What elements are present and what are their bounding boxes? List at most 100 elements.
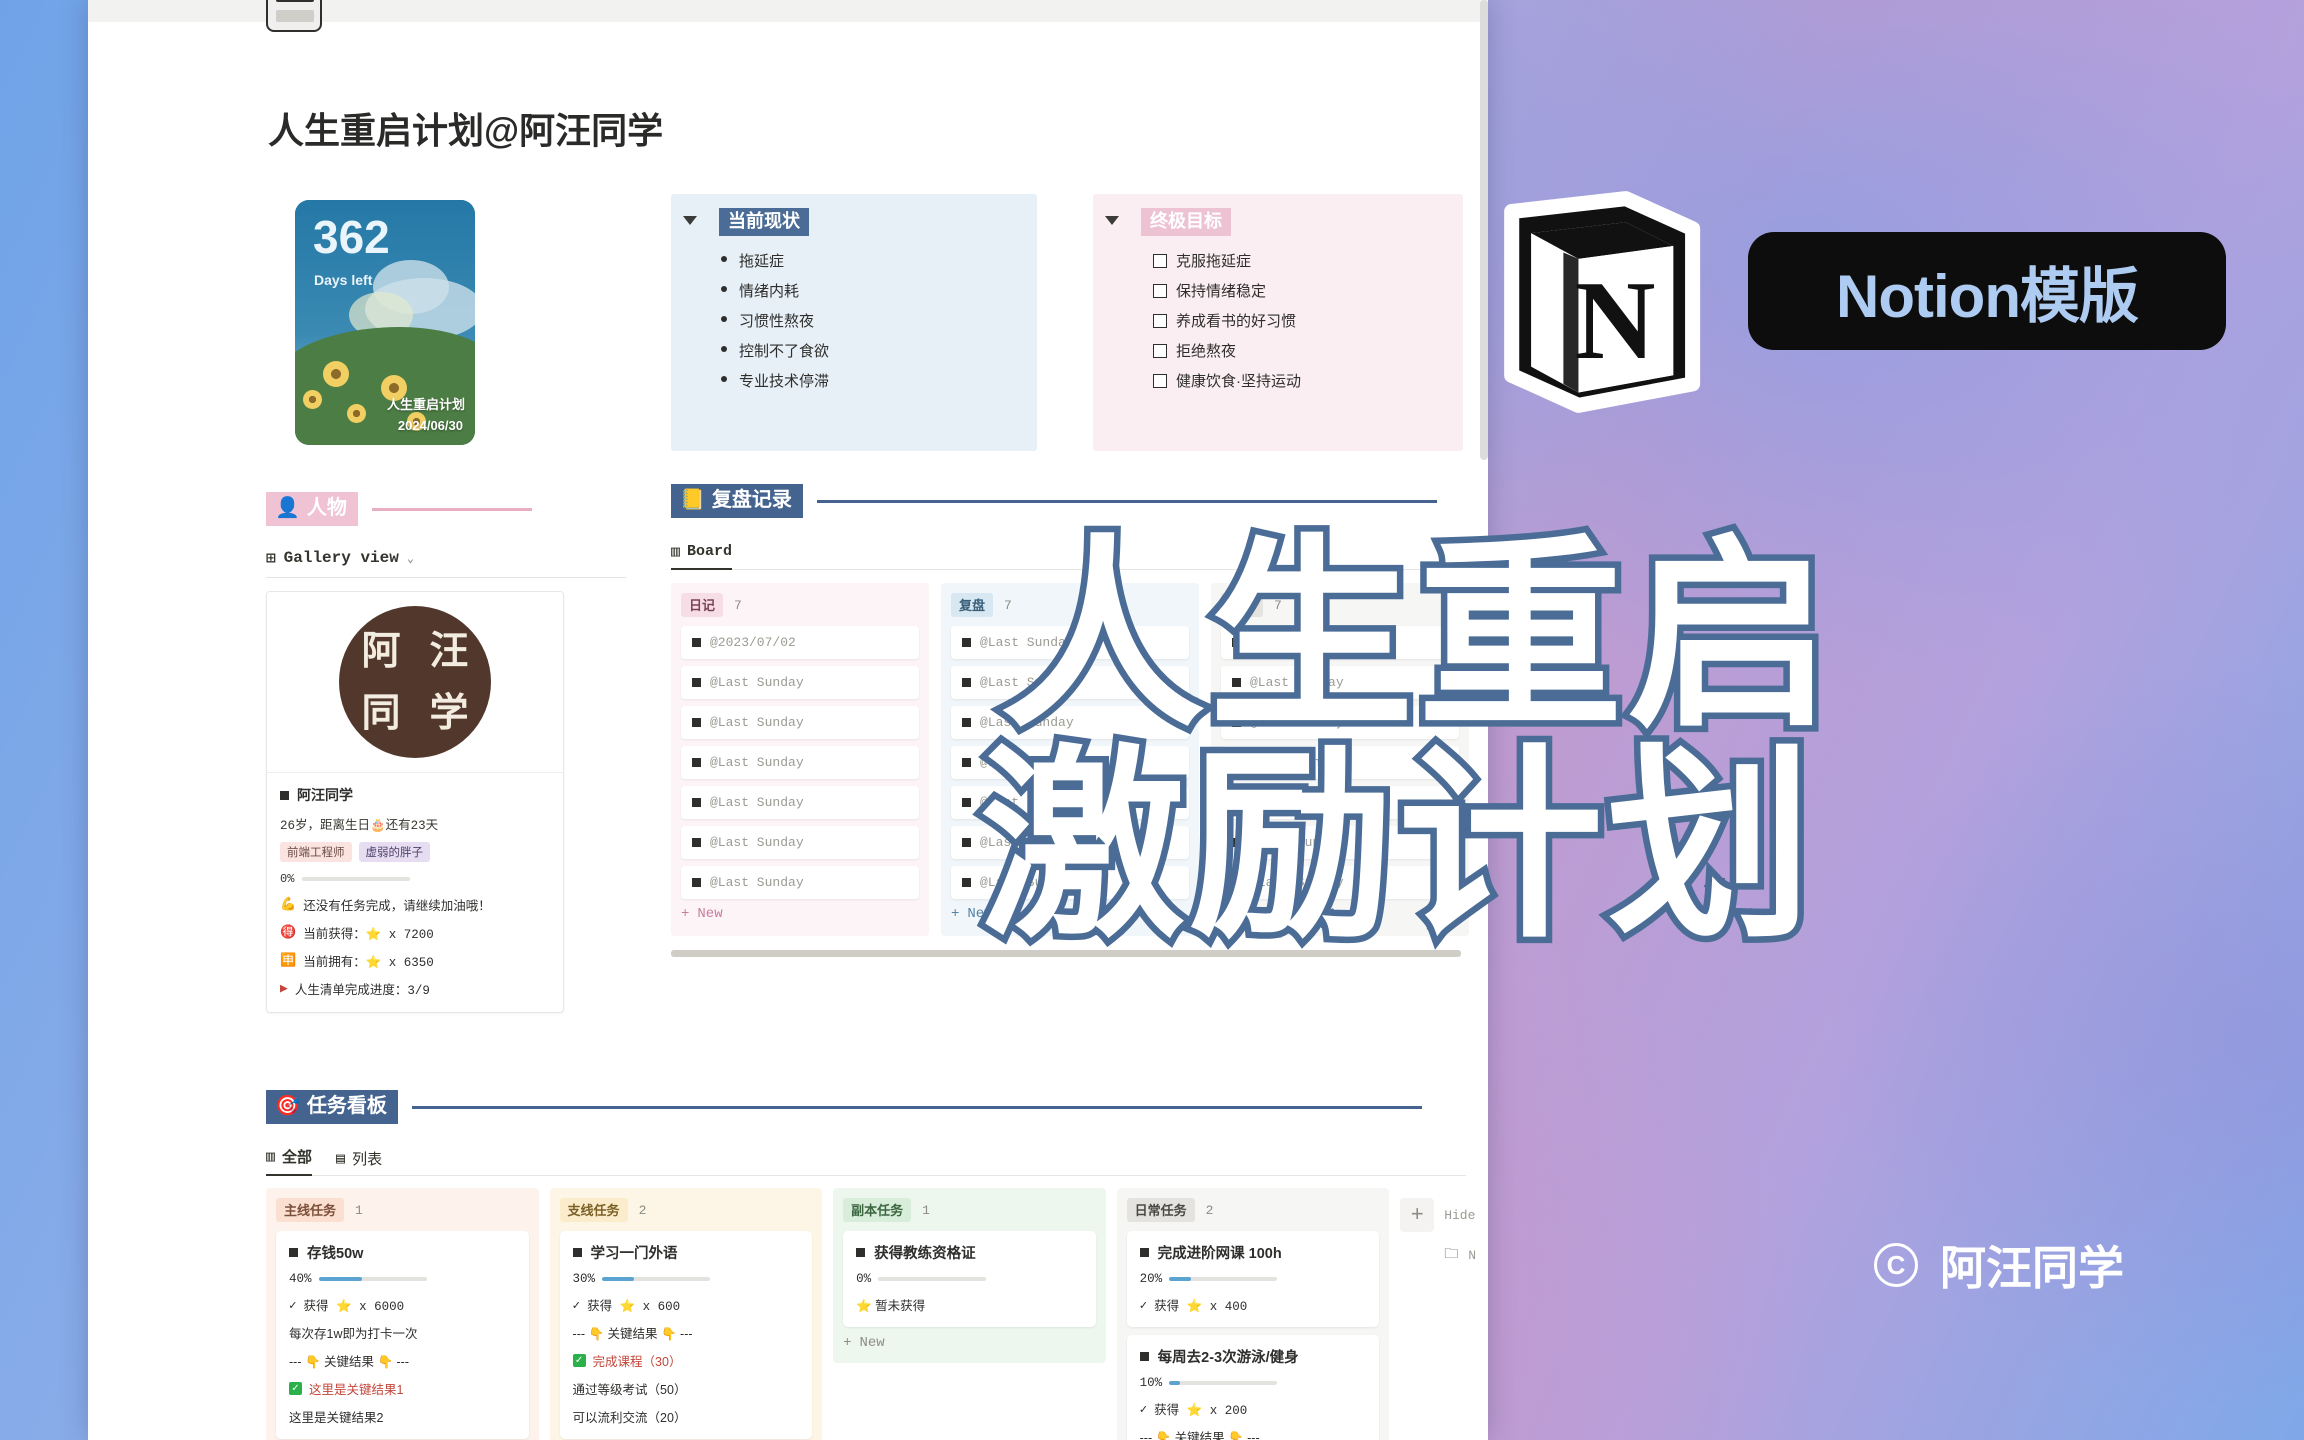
person-tags: 前端工程师 虚弱的胖子 [280,842,550,862]
task-card[interactable]: 存钱50w 40% ✓ 获得 ⭐ x 6000 每次存1w即为打卡一次 --- … [276,1231,529,1439]
checkbox-icon[interactable] [1153,343,1167,358]
owned-icon: 🈸 [280,953,297,968]
ultimate-goal-callout: 终极目标 克服拖延症 保持情绪稳定 养成看书的好习惯 拒绝熬夜 健康饮食·坚持运… [1093,194,1463,451]
svg-text:N: N [1575,259,1656,383]
task-card[interactable]: 每周去2-3次游泳/健身 10% ✓ 获得 ⭐ x 200 --- 👇 关键结果… [1126,1335,1380,1440]
person-section: 👤 人物 ⊞ Gallery view ⌄ 阿 汪 同 学 阿汪同学 26岁，距… [266,492,626,1013]
notebook-icon [266,0,322,32]
triangle-down-icon[interactable] [1105,216,1119,225]
task-card[interactable]: 完成进阶网课 100h 20% ✓ 获得 ⭐ x 400 [1126,1231,1380,1327]
card-title: @Last Sunday [710,715,804,730]
checkbox-icon[interactable] [1153,313,1167,328]
list-item: 专业技术停滞 [721,370,1021,391]
checklist-label: 养成看书的好习惯 [1176,313,1297,331]
page-square-icon [962,798,971,807]
checklist-item[interactable]: 拒绝熬夜 [1153,340,1447,361]
earned-icon: 🉐 [280,925,297,940]
task-column-daily: 日常任务 2 完成进阶网课 100h 20% ✓ 获得 ⭐ x 400 每周去2… [1116,1188,1390,1440]
stat-text: 还没有任务完成，请继续加油哦！ [303,900,491,914]
plus-icon[interactable]: + [1400,1198,1435,1232]
gallery-icon: ⊞ [266,550,276,568]
column-label: 日常任务 [1126,1198,1195,1222]
triangle-down-icon[interactable] [683,216,697,225]
hide-label[interactable]: Hide [1444,1208,1475,1223]
copyright-name: 阿汪同学 [1940,1242,2124,1294]
task-card[interactable]: 学习一门外语 30% ✓ 获得 ⭐ x 600 --- 👇 关键结果 👇 --- [559,1231,813,1439]
page-square-icon [572,1248,582,1257]
list-item[interactable]: @Last Sunday [681,666,919,699]
status-list: 拖延症 情绪内耗 习惯性熬夜 控制不了食欲 专业技术停滞 [721,250,1021,391]
page-square-icon [692,678,701,687]
page-square-icon [962,638,971,647]
task-title: 获得教练资格证 [874,1246,976,1262]
kr-text: 完成课程（30） [592,1355,682,1369]
checklist-label: 拒绝熬夜 [1176,343,1237,361]
checklist-label: 保持情绪稳定 [1176,283,1267,301]
add-card-button[interactable]: + New [843,1335,1096,1351]
reward-text: 获得 ⭐ x 600 [587,1300,681,1314]
list-item[interactable]: @Last Sunday [681,866,919,899]
hidden-group-row[interactable]: 🗀 N [1400,1243,1476,1267]
kr-text: 这里是关键结果2 [289,1411,384,1425]
task-progress: 10% [1140,1376,1367,1390]
person-subtitle: 26岁，距离生日🎂还有23天 [280,819,439,833]
tab-list[interactable]: ▤ 列表 [336,1148,382,1176]
kr-divider: --- 👇 关键结果 👇 --- [572,1327,693,1341]
checkbox-icon[interactable] [1153,283,1167,298]
key-result-item[interactable]: 可以流利交流（20） [573,1407,800,1426]
checkbox-icon[interactable] [1153,253,1167,268]
plus-icon: + [951,906,960,922]
checklist-item[interactable]: 健康饮食·坚持运动 [1153,370,1447,391]
reward-text: 获得 ⭐ x 200 [1154,1404,1248,1418]
list-item[interactable]: @Last Sunday [681,826,919,859]
tab-all[interactable]: ▥ 全部 [266,1146,313,1176]
page-square-icon [692,838,701,847]
goal-chip: 终极目标 [1141,208,1231,237]
column-header: 副本任务 1 [843,1198,1096,1222]
key-result-item[interactable]: ✓ 这里是关键结果1 [289,1379,516,1398]
page-square-icon [280,790,289,800]
key-result-item[interactable]: ✓ 完成课程（30） [572,1351,800,1370]
page-square-icon [962,678,971,687]
key-result-item[interactable]: 这里是关键结果2 [289,1407,516,1426]
checklist-item[interactable]: 养成看书的好习惯 [1153,310,1447,331]
check-icon: ✓ [572,1354,586,1367]
person-name-row: 阿汪同学 [280,785,550,805]
checklist-item[interactable]: 保持情绪稳定 [1153,280,1447,301]
view-divider [266,577,626,578]
vertical-scrollbar[interactable] [1480,0,1488,460]
tab-board[interactable]: ▥ Board [671,542,733,570]
checklist-label: 健康饮食·坚持运动 [1176,373,1301,391]
person-stat-row: 🉐 当前获得：⭐ x 7200 [280,923,550,942]
list-item[interactable]: @Last Sunday [681,746,919,779]
column-count: 2 [638,1202,647,1218]
task-heading-label: 任务看板 [306,1095,387,1117]
person-heading-tag: 👤 人物 [266,492,358,526]
gallery-view-selector[interactable]: ⊞ Gallery view ⌄ [266,548,626,568]
column-label: 主线任务 [276,1198,345,1222]
checkbox-icon[interactable] [1153,373,1167,388]
task-section: 🎯 任务看板 ▥ 全部 ▤ 列表 主线任务 1 存钱50w 40% ✓ 获得 ⭐… [266,1090,1476,1440]
add-card-button[interactable]: + New [681,906,919,922]
person-gallery-card[interactable]: 阿 汪 同 学 阿汪同学 26岁，距离生日🎂还有23天 前端工程师 虚弱的胖子 [266,591,564,1013]
avatar: 阿 汪 同 学 [267,592,563,772]
progress-label: 40% [289,1272,312,1286]
task-card[interactable]: 获得教练资格证 0% ⭐ 暂未获得 [843,1231,1096,1327]
card-title: @Last Sunday [710,835,804,850]
chevron-down-icon[interactable]: ⌄ [407,551,414,566]
list-item[interactable]: @2023/07/02 [681,626,919,659]
days-left-number: 362 [313,211,390,263]
list-item[interactable]: @Last Sunday [681,786,919,819]
task-heading-tag: 🎯 任务看板 [266,1090,398,1124]
task-kanban: 主线任务 1 存钱50w 40% ✓ 获得 ⭐ x 6000 每次存1w即为打卡… [266,1188,1476,1440]
column-header: 日记 7 [681,593,919,617]
notion-template-badge: Notion模版 [1748,232,2226,350]
column-count: 2 [1205,1202,1214,1218]
page-square-icon [962,758,971,767]
column-label: 支线任务 [559,1198,628,1222]
kr-text: 这里是关键结果1 [309,1383,404,1397]
progress-label: 0% [856,1272,872,1286]
list-item[interactable]: @Last Sunday [681,706,919,739]
checklist-item[interactable]: 克服拖延症 [1153,250,1447,271]
key-result-item[interactable]: 通过等级考试（50） [573,1379,800,1398]
